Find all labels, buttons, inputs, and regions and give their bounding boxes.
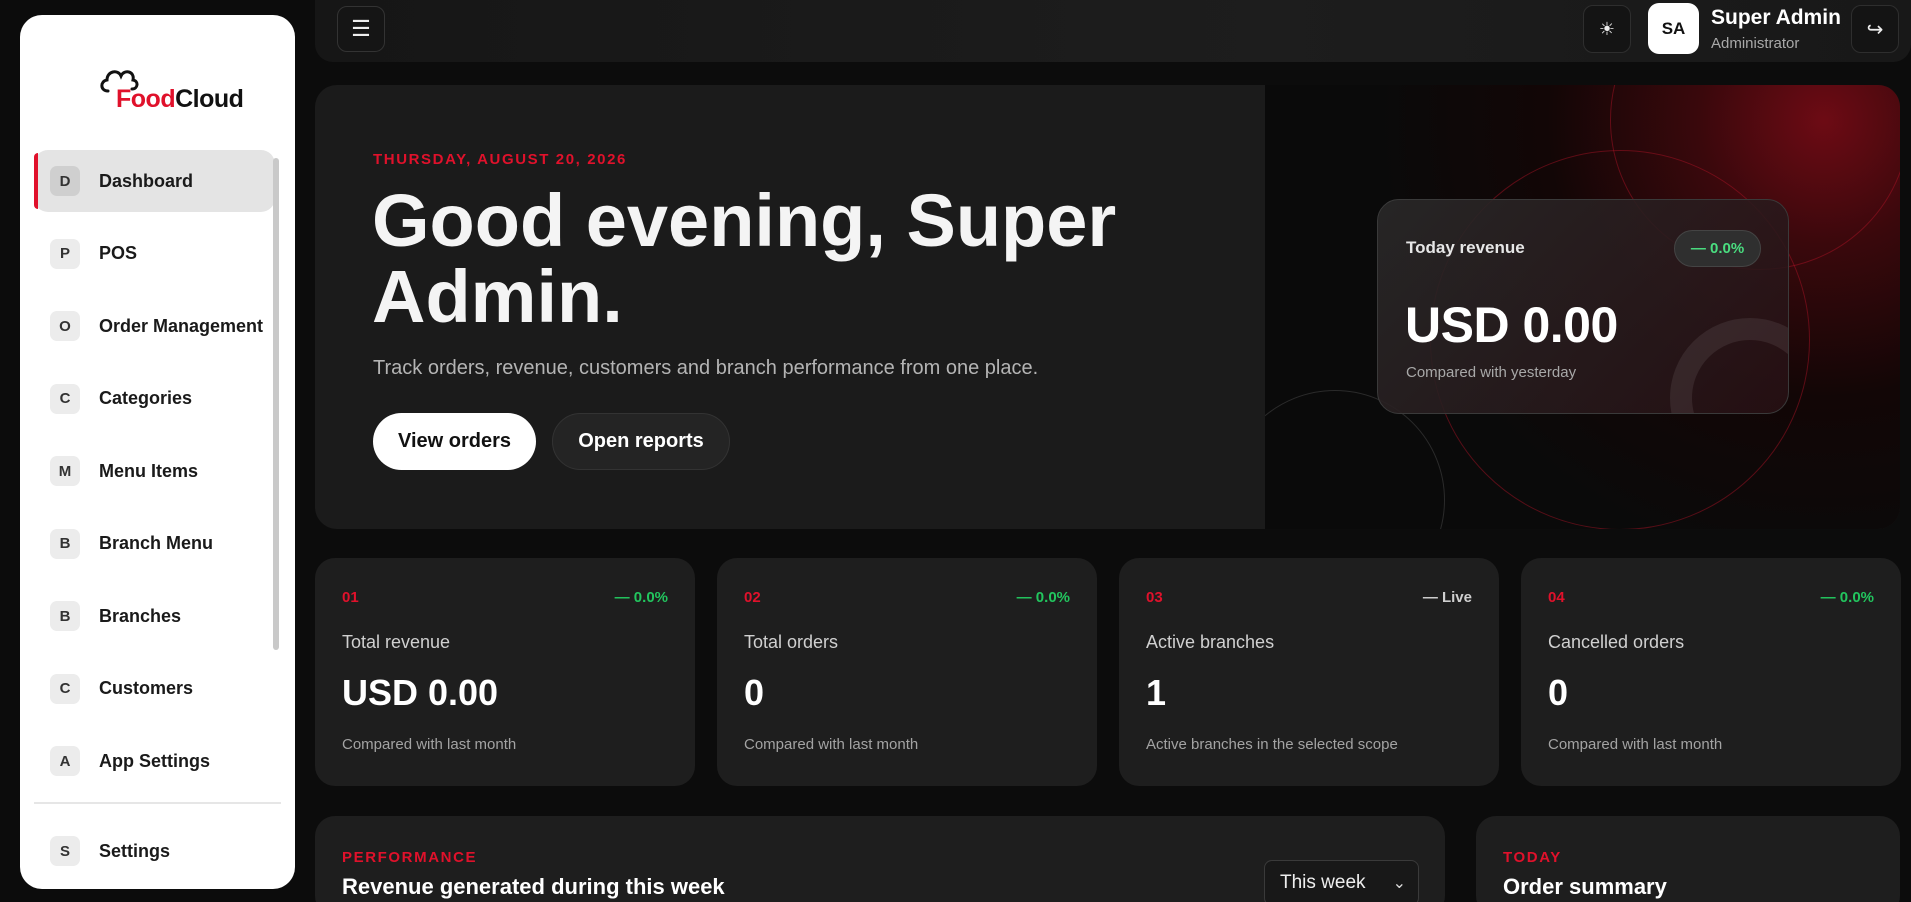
today-kicker: TODAY [1503, 849, 1562, 866]
stat-index: 04 [1548, 589, 1565, 606]
stat-change: — Live [1422, 589, 1472, 606]
sidebar-scrollbar[interactable] [273, 158, 279, 650]
period-select[interactable]: This week ⌄ [1264, 860, 1419, 902]
sidebar-item-label: Menu Items [99, 460, 199, 481]
chevron-down-icon: ⌄ [1392, 875, 1406, 892]
topbar: ☰ ☀ SA Super Admin Administrator ↪ [315, 0, 1911, 62]
logout-icon: ↪ [1866, 18, 1884, 41]
hero-panel: THURSDAY, AUGUST 20, 2026 Good evening, … [315, 85, 1900, 529]
sidebar-item-settings[interactable]: S Settings [34, 820, 275, 882]
order-management-letter-icon: O [50, 311, 80, 341]
sidebar-item-menu-items[interactable]: M Menu Items [34, 440, 275, 502]
sidebar-item-customers[interactable]: C Customers [34, 658, 275, 720]
stat-note: Compared with last month [1548, 736, 1723, 753]
stat-value: 0 [744, 672, 765, 713]
logout-button[interactable]: ↪ [1851, 5, 1899, 53]
sidebar-item-label: Dashboard [99, 170, 194, 191]
sidebar-item-label: Settings [99, 840, 171, 861]
greeting-title: Good evening, Super Admin. [372, 179, 1117, 338]
hamburger-icon: ☰ [351, 16, 371, 41]
categories-letter-icon: C [50, 383, 80, 414]
order-summary-title: Order summary [1503, 874, 1667, 899]
stat-note: Compared with last month [342, 736, 517, 753]
stat-label: Total orders [744, 632, 839, 652]
stat-change: — 0.0% [1820, 589, 1874, 606]
settings-letter-icon: S [50, 836, 80, 866]
branch-menu-letter-icon: B [50, 528, 80, 559]
performance-title: Revenue generated during this week [342, 874, 725, 899]
sun-icon: ☀ [1598, 18, 1616, 39]
sidebar-item-app-settings[interactable]: A App Settings [34, 730, 275, 792]
user-role: Administrator [1711, 35, 1800, 52]
sidebar: FoodCloud D Dashboard P POS O Order Mana… [20, 15, 295, 889]
stat-card-active-branches: 03 — Live Active branches 1 Active branc… [1119, 558, 1499, 786]
brand-name-part2: Cloud [175, 85, 244, 113]
app-settings-letter-icon: A [50, 746, 80, 776]
sidebar-item-branches[interactable]: B Branches [34, 585, 275, 647]
open-reports-button[interactable]: Open reports [552, 413, 730, 470]
sidebar-item-pos[interactable]: P POS [34, 223, 275, 285]
stat-change: — 0.0% [1016, 589, 1070, 606]
stat-note: Compared with last month [744, 736, 919, 753]
sidebar-item-branch-menu[interactable]: B Branch Menu [34, 513, 275, 575]
today-revenue-change-badge: — 0.0% [1674, 230, 1761, 267]
hero-subtitle: Track orders, revenue, customers and bra… [373, 357, 1039, 379]
performance-kicker: PERFORMANCE [342, 849, 478, 866]
sidebar-item-label: POS [99, 243, 138, 263]
brand-name-part1: Food [116, 85, 176, 113]
sidebar-item-label: Branches [99, 605, 182, 626]
stat-card-total-revenue: 01 — 0.0% Total revenue USD 0.00 Compare… [315, 558, 695, 786]
view-orders-button[interactable]: View orders [373, 413, 536, 470]
hero-date: THURSDAY, AUGUST 20, 2026 [373, 151, 627, 168]
theme-toggle-button[interactable]: ☀ [1583, 5, 1631, 53]
menu-toggle-button[interactable]: ☰ [337, 6, 385, 52]
stat-change: — 0.0% [614, 589, 668, 606]
sidebar-item-label: Branch Menu [99, 533, 214, 553]
stat-value: USD 0.00 [342, 672, 499, 713]
sidebar-item-label: Customers [99, 678, 194, 698]
today-revenue-note: Compared with yesterday [1406, 364, 1577, 381]
stat-note: Active branches in the selected scope [1146, 736, 1398, 753]
stat-card-total-orders: 02 — 0.0% Total orders 0 Compared with l… [717, 558, 1097, 786]
stat-value: 1 [1146, 672, 1167, 713]
sidebar-item-dashboard[interactable]: D Dashboard [34, 150, 275, 212]
customers-letter-icon: C [50, 673, 80, 704]
stat-index: 02 [744, 589, 761, 606]
stat-label: Cancelled orders [1548, 632, 1685, 652]
stat-index: 01 [342, 589, 359, 606]
today-revenue-label: Today revenue [1406, 238, 1525, 257]
sidebar-item-label: App Settings [99, 750, 210, 771]
branches-letter-icon: B [50, 601, 80, 631]
dashboard-letter-icon: D [50, 166, 80, 196]
pos-letter-icon: P [50, 238, 80, 269]
sidebar-item-order-management[interactable]: O Order Management [34, 295, 275, 357]
sidebar-divider [34, 802, 281, 804]
brand-logo-text: FoodCloud [116, 85, 244, 114]
performance-panel: PERFORMANCE Revenue generated during thi… [315, 816, 1445, 902]
stat-label: Total revenue [342, 632, 451, 652]
stat-card-cancelled-orders: 04 — 0.0% Cancelled orders 0 Compared wi… [1521, 558, 1901, 786]
sidebar-item-categories[interactable]: C Categories [34, 368, 275, 430]
stat-index: 03 [1146, 589, 1163, 606]
sidebar-nav: D Dashboard P POS O Order Management C C… [34, 150, 275, 803]
sidebar-item-label: Categories [99, 388, 193, 408]
menu-items-letter-icon: M [50, 456, 80, 486]
order-summary-panel: TODAY Order summary [1476, 816, 1900, 902]
stat-label: Active branches [1146, 632, 1275, 652]
today-revenue-card: Today revenue — 0.0% USD 0.00 Compared w… [1377, 199, 1789, 414]
decorative-arc [1670, 318, 1788, 413]
today-revenue-value: USD 0.00 [1405, 297, 1618, 353]
user-name: Super Admin [1711, 6, 1841, 29]
period-select-value: This week [1280, 872, 1366, 893]
avatar[interactable]: SA [1648, 3, 1699, 54]
sidebar-item-label: Order Management [99, 315, 264, 336]
stat-value: 0 [1548, 672, 1569, 713]
